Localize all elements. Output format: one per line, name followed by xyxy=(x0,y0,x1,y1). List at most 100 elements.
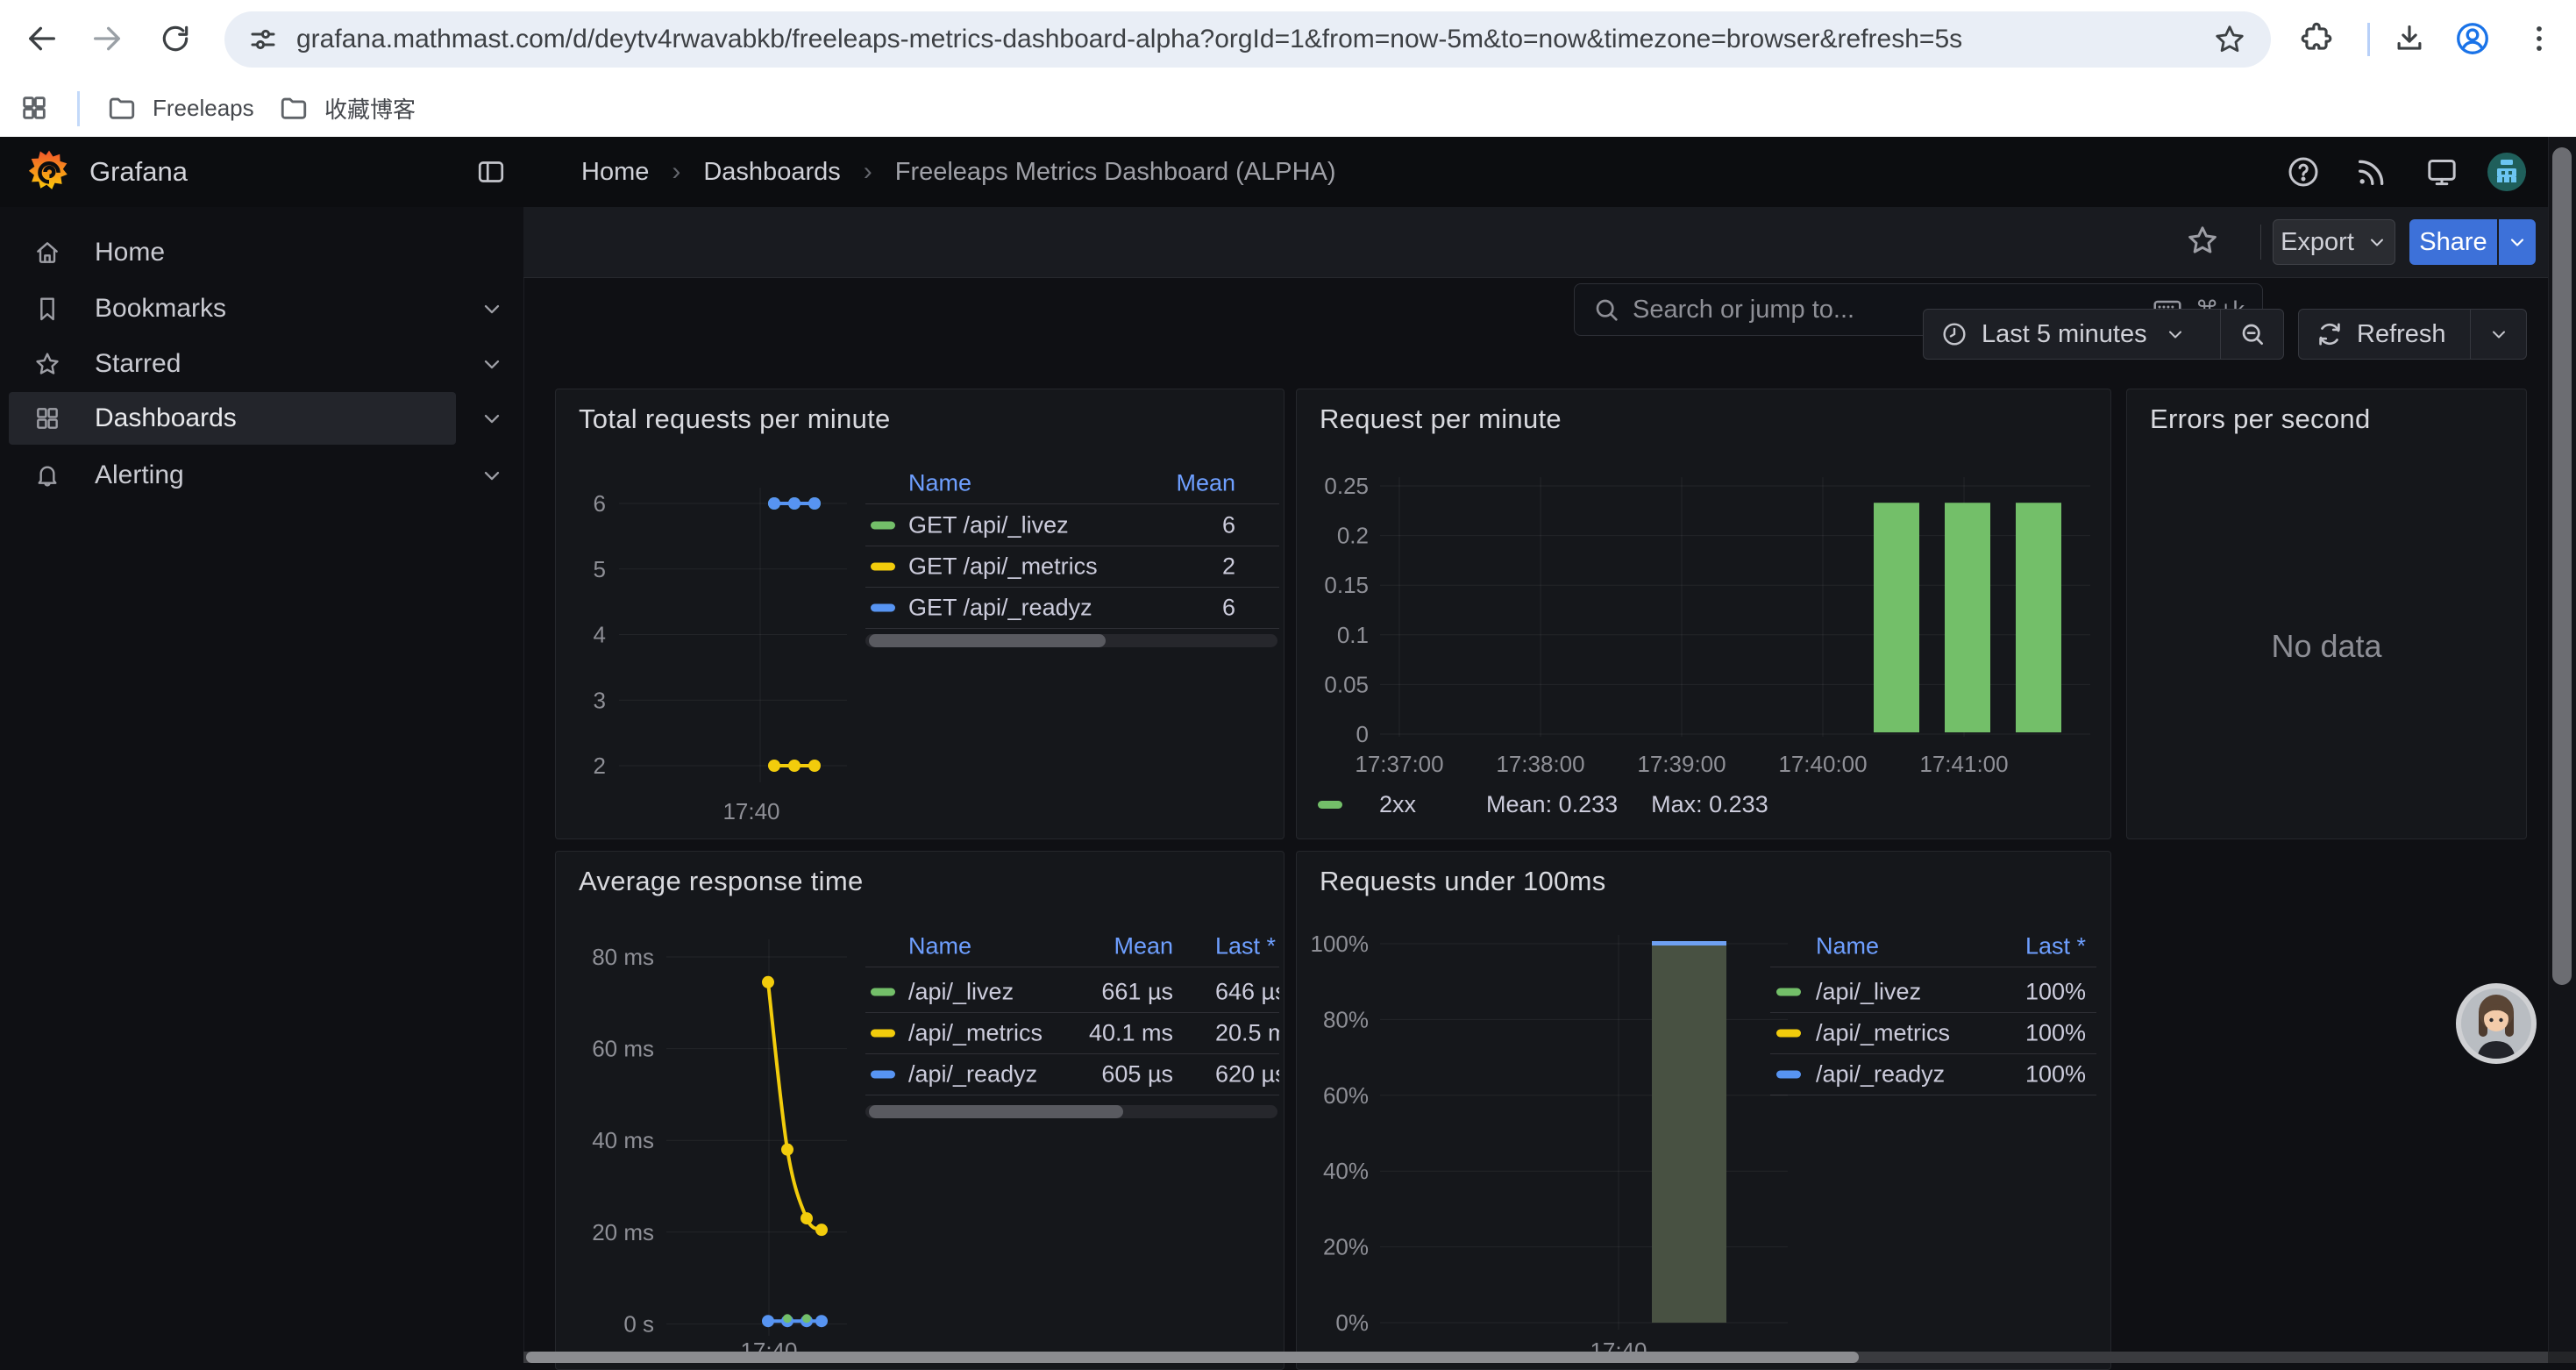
site-settings-icon[interactable] xyxy=(247,24,279,55)
help-icon[interactable] xyxy=(2283,152,2323,192)
svg-text:2: 2 xyxy=(594,753,606,779)
series-color-dash[interactable] xyxy=(871,604,895,612)
reload-icon[interactable] xyxy=(156,19,195,58)
legend-value: 661 µs xyxy=(1101,979,1173,1006)
legend-series-name[interactable]: /api/_metrics xyxy=(908,1020,1042,1047)
sidebar-item-alerting[interactable]: Alerting xyxy=(9,449,456,502)
favorite-star-icon[interactable] xyxy=(2185,223,2220,258)
svg-text:80%: 80% xyxy=(1323,1006,1369,1032)
profile-icon[interactable] xyxy=(2453,19,2492,58)
sidebar-item-dashboards[interactable]: Dashboards xyxy=(9,392,456,445)
legend-column-header[interactable]: Name xyxy=(1816,933,1879,960)
breadcrumb-home[interactable]: Home xyxy=(581,158,649,187)
apps-grid-icon[interactable] xyxy=(19,93,49,123)
panel-errors-per-second: Errors per second No data xyxy=(2126,389,2527,839)
vertical-scrollbar-thumb[interactable] xyxy=(2552,147,2572,985)
series-color-dash[interactable] xyxy=(1776,1071,1801,1079)
legend-column-header[interactable]: Mean xyxy=(1114,933,1173,960)
bookmark-star-icon[interactable] xyxy=(2213,23,2246,56)
legend-series-name[interactable]: GET /api/_metrics xyxy=(908,553,1098,581)
legend-series-name[interactable]: GET /api/_readyz xyxy=(908,595,1092,622)
series-color-dash[interactable] xyxy=(871,1071,895,1079)
sidebar-item-label: Alerting xyxy=(95,460,184,490)
legend-scrollbar-thumb[interactable] xyxy=(869,634,1106,647)
legend-value: 40.1 ms xyxy=(1089,1020,1173,1047)
sidebar-item-label: Starred xyxy=(95,349,181,379)
legend-column-header[interactable]: Last * xyxy=(2025,933,2086,960)
legend-column-header[interactable]: Name xyxy=(908,933,971,960)
series-color-dash[interactable] xyxy=(871,1030,895,1038)
chevron-down-icon[interactable] xyxy=(477,392,507,445)
series-color-dash[interactable] xyxy=(1776,988,1801,996)
chevron-down-icon xyxy=(2507,232,2528,253)
legend-series-name[interactable]: /api/_livez xyxy=(1816,979,1921,1006)
forward-icon[interactable] xyxy=(88,19,126,58)
legend-column-header[interactable]: Mean xyxy=(1176,470,1235,497)
legend-value: 100% xyxy=(2025,1020,2086,1047)
download-icon[interactable] xyxy=(2390,19,2429,58)
svg-text:5: 5 xyxy=(594,556,606,582)
mega-menu-toggle-icon[interactable] xyxy=(471,152,511,192)
share-button[interactable]: Share xyxy=(2409,219,2497,265)
bookmark-label: 收藏博客 xyxy=(324,92,416,125)
extensions-icon[interactable] xyxy=(2297,19,2336,58)
legend-scrollbar-thumb[interactable] xyxy=(869,1105,1123,1118)
legend-separator xyxy=(865,1053,1279,1054)
series-color-dash[interactable] xyxy=(871,563,895,571)
sidebar-item-label: Dashboards xyxy=(95,403,237,433)
toolbar-divider xyxy=(2260,225,2261,260)
sidebar-item-bookmarks[interactable]: Bookmarks xyxy=(9,282,456,335)
legend-series-name[interactable]: /api/_metrics xyxy=(1816,1020,1950,1047)
assistant-avatar-overlay[interactable] xyxy=(2455,982,2537,1069)
bookmarks-divider xyxy=(77,91,80,126)
chevron-down-icon[interactable] xyxy=(477,338,507,390)
refresh-interval-button[interactable] xyxy=(2471,310,2526,359)
legend-series-name[interactable]: /api/_readyz xyxy=(908,1061,1037,1088)
time-range-picker[interactable]: Last 5 minutes xyxy=(1924,310,2220,359)
chevron-down-icon[interactable] xyxy=(477,282,507,335)
svg-text:17:41:00: 17:41:00 xyxy=(1919,751,2008,777)
legend-stat[interactable]: Mean: 0.233 xyxy=(1486,791,1618,818)
legend-value: 100% xyxy=(2025,1061,2086,1088)
legend-column-header[interactable]: Last * xyxy=(1215,933,1276,960)
bell-icon xyxy=(33,461,61,489)
export-button[interactable]: Export xyxy=(2273,219,2395,265)
panel-title[interactable]: Errors per second xyxy=(2150,403,2370,435)
breadcrumb-dashboards[interactable]: Dashboards xyxy=(703,158,840,187)
svg-text:0%: 0% xyxy=(1335,1309,1369,1336)
svg-text:60 ms: 60 ms xyxy=(592,1036,654,1062)
bookmark-folder-freeleaps[interactable]: Freeleaps xyxy=(107,88,254,128)
series-color-dash[interactable] xyxy=(1776,1030,1801,1038)
legend-column-header[interactable]: Name xyxy=(908,470,971,497)
browser-menu-icon[interactable] xyxy=(2520,19,2558,58)
legend-value: 20.5 ms xyxy=(1215,1020,1279,1047)
url-bar[interactable]: grafana.mathmast.com/d/deytv4rwavabkb/fr… xyxy=(224,11,2271,68)
chevron-down-icon[interactable] xyxy=(477,449,507,502)
grafana-logo[interactable] xyxy=(26,149,72,195)
legend-series-name[interactable]: /api/_livez xyxy=(908,979,1014,1006)
legend-series-name[interactable]: GET /api/_livez xyxy=(908,512,1069,539)
sidebar-item-starred[interactable]: Starred xyxy=(9,338,456,390)
legend-stat[interactable]: 2xx xyxy=(1379,791,1416,818)
browser-toolbar: grafana.mathmast.com/d/deytv4rwavabkb/fr… xyxy=(0,0,2576,79)
back-icon[interactable] xyxy=(23,19,61,58)
user-avatar[interactable] xyxy=(2487,152,2527,192)
brand-name[interactable]: Grafana xyxy=(89,156,188,188)
legend-value: 6 xyxy=(1222,512,1235,539)
zoom-out-button[interactable] xyxy=(2221,310,2283,359)
horizontal-scrollbar-thumb[interactable] xyxy=(526,1352,1859,1363)
series-color-dash[interactable] xyxy=(871,522,895,530)
series-color-dash[interactable] xyxy=(871,988,895,996)
svg-text:40%: 40% xyxy=(1323,1158,1369,1184)
refresh-button[interactable]: Refresh xyxy=(2299,310,2470,359)
panel-total-requests: Total requests per minute 6543217:40 Nam… xyxy=(555,389,1284,839)
monitor-icon[interactable] xyxy=(2422,152,2462,192)
url-text[interactable]: grafana.mathmast.com/d/deytv4rwavabkb/fr… xyxy=(296,25,2213,54)
news-rss-icon[interactable] xyxy=(2352,152,2392,192)
bookmark-folder-blogs[interactable]: 收藏博客 xyxy=(279,88,416,128)
series-color-dash[interactable] xyxy=(1318,801,1342,809)
sidebar-item-home[interactable]: Home xyxy=(9,226,456,279)
legend-stat[interactable]: Max: 0.233 xyxy=(1651,791,1768,818)
share-menu-button[interactable] xyxy=(2499,219,2536,265)
legend-series-name[interactable]: /api/_readyz xyxy=(1816,1061,1945,1088)
